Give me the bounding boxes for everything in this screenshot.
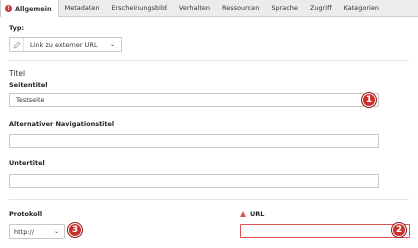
marker-2: 2 [391, 222, 407, 238]
section-heading-titel: Titel [9, 69, 26, 78]
tab-label: Sprache [271, 4, 298, 12]
tab-metadaten[interactable]: Metadaten [59, 0, 106, 16]
untertitel-input[interactable] [9, 174, 379, 188]
nav-titel-input[interactable] [9, 134, 379, 148]
tab-label: Allgemein [15, 4, 52, 13]
tab-ressourcen[interactable]: Ressourcen [216, 0, 265, 16]
seitentitel-label: Seitentitel [9, 81, 48, 89]
tab-erscheinungsbild[interactable]: Erscheinungsbild [106, 0, 173, 16]
tab-kategorien[interactable]: Kategorien [338, 0, 385, 16]
page-type-select[interactable]: Link zu externer URL ⌄ [9, 37, 122, 52]
divider [9, 60, 409, 61]
pencil-icon [10, 38, 24, 51]
tab-sprache[interactable]: Sprache [265, 0, 304, 16]
untertitel-label: Untertitel [9, 159, 45, 167]
url-label-row: URL [240, 210, 264, 218]
page-type-value: Link zu externer URL [30, 40, 98, 49]
tab-label: Erscheinungsbild [111, 4, 167, 12]
tab-allgemein[interactable]: ! Allgemein [0, 0, 59, 17]
tab-label: Zugriff [309, 4, 332, 12]
marker-3: 3 [67, 222, 83, 238]
tab-bar: ! Allgemein Metadaten Erscheinungsbild V… [0, 0, 418, 17]
tab-label: Ressourcen [222, 4, 260, 12]
tab-verhalten[interactable]: Verhalten [173, 0, 216, 16]
marker-1: 1 [361, 92, 377, 108]
warning-icon [240, 211, 246, 217]
tab-zugriff[interactable]: Zugriff [304, 0, 338, 16]
protokoll-label: Protokoll [9, 210, 43, 218]
typ-label: Typ: [9, 24, 25, 32]
url-input[interactable] [240, 224, 410, 238]
seitentitel-input[interactable]: Testseite [9, 93, 379, 107]
error-icon: ! [5, 5, 12, 12]
tab-label: Verhalten [178, 4, 210, 12]
protokoll-value: http:// [14, 227, 34, 236]
tab-label: Metadaten [64, 4, 100, 12]
nav-titel-label: Alternativer Navigationstitel [9, 120, 115, 128]
url-label: URL [250, 210, 265, 218]
tab-label: Kategorien [343, 4, 379, 12]
chevron-down-icon: ⌄ [109, 41, 115, 48]
divider [9, 199, 409, 200]
chevron-down-icon: ⌄ [53, 228, 59, 235]
protokoll-select[interactable]: http:// ⌄ [9, 224, 65, 239]
